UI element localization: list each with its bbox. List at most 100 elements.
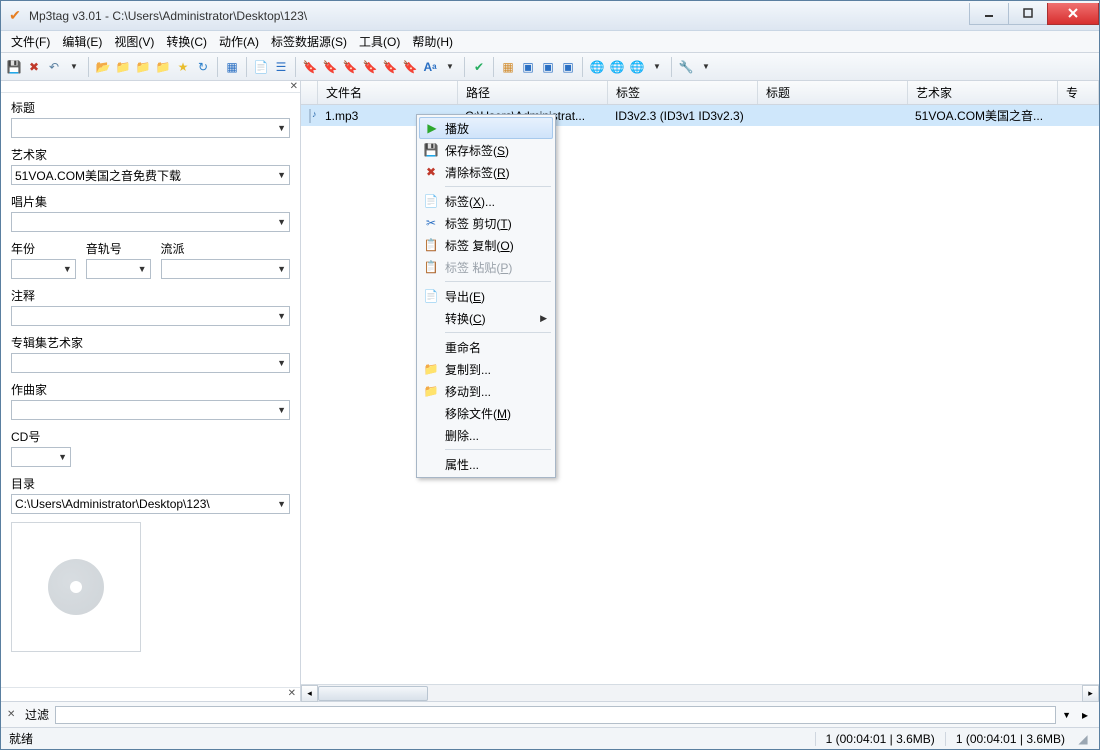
ctx-remove[interactable]: 移除文件(M) [419, 402, 553, 424]
grid-header: 文件名 路径 标签 标题 艺术家 专 [301, 81, 1099, 105]
folder-play-icon[interactable]: 📁 [154, 58, 172, 76]
maximize-button[interactable] [1008, 3, 1048, 25]
comment-field[interactable]: ▼ [11, 306, 290, 326]
albumartist-field[interactable]: ▼ [11, 353, 290, 373]
ctx-clear[interactable]: ✖清除标签(R) [419, 161, 553, 183]
sort-icon[interactable]: ▣ [559, 58, 577, 76]
col-path[interactable]: 路径 [458, 81, 608, 104]
horizontal-scrollbar[interactable]: ◂ ▸ [301, 684, 1099, 701]
col-extra[interactable]: 专 [1058, 81, 1099, 104]
globe1-icon[interactable]: 🌐 [608, 58, 626, 76]
export-icon[interactable]: 📄 [252, 58, 270, 76]
delete-icon[interactable]: ✖ [25, 58, 43, 76]
folder-config-icon[interactable]: ▣ [539, 58, 557, 76]
wrench-icon[interactable]: 🔧 [677, 58, 695, 76]
menu-action[interactable]: 动作(A) [213, 31, 265, 52]
refresh-icon[interactable]: ↻ [194, 58, 212, 76]
filter-input[interactable] [55, 706, 1056, 724]
cell-artist: 51VOA.COM美国之音... [907, 107, 1057, 124]
panel-close-icon[interactable]: ✕ [1, 81, 300, 93]
ctx-properties[interactable]: 属性... [419, 453, 553, 475]
comment-label: 注释 [11, 287, 290, 304]
playlist-icon[interactable]: ☰ [272, 58, 290, 76]
menu-separator [445, 449, 551, 450]
col-tag[interactable]: 标签 [608, 81, 758, 104]
title-field[interactable]: ▼ [11, 118, 290, 138]
cdno-field[interactable]: ▼ [11, 447, 71, 467]
window-title: Mp3tag v3.01 - C:\Users\Administrator\De… [29, 9, 970, 23]
dropdown-icon[interactable]: ▼ [441, 58, 459, 76]
composer-field[interactable]: ▼ [11, 400, 290, 420]
chevron-down-icon: ▼ [277, 264, 286, 274]
folder-add-icon[interactable]: 📁 [114, 58, 132, 76]
albumartist-label: 专辑集艺术家 [11, 334, 290, 351]
ctx-tags[interactable]: 📄标签(X)... [419, 190, 553, 212]
track-label: 音轨号 [86, 240, 151, 257]
folder-open-icon[interactable]: 📂 [94, 58, 112, 76]
ctx-rename[interactable]: 重命名 [419, 336, 553, 358]
text-to-tag-icon[interactable]: 🔖 [361, 58, 379, 76]
artist-field[interactable]: 51VOA.COM美国之音免费下载▼ [11, 165, 290, 185]
dropdown-icon[interactable]: ▼ [648, 58, 666, 76]
col-artist[interactable]: 艺术家 [908, 81, 1058, 104]
ctx-save[interactable]: 💾保存标签(S) [419, 139, 553, 161]
chevron-down-icon[interactable]: ▼ [1062, 710, 1071, 720]
ctx-cut[interactable]: ✂标签 剪切(T) [419, 212, 553, 234]
link-icon[interactable]: 🌐 [588, 58, 606, 76]
menu-file[interactable]: 文件(F) [5, 31, 56, 52]
year-field[interactable]: ▼ [11, 259, 76, 279]
tag-icon: 📄 [423, 193, 439, 209]
save-icon: 💾 [423, 142, 439, 158]
filter-close-icon[interactable]: ✕ [7, 709, 19, 720]
minimize-button[interactable] [969, 3, 1009, 25]
menu-help[interactable]: 帮助(H) [406, 31, 459, 52]
close-button[interactable] [1047, 3, 1099, 25]
ctx-convert[interactable]: 转换(C)▶ [419, 307, 553, 329]
actions-icon[interactable]: Aa [421, 58, 439, 76]
album-field[interactable]: ▼ [11, 212, 290, 232]
chevron-down-icon: ▼ [63, 264, 72, 274]
genre-field[interactable]: ▼ [161, 259, 291, 279]
ctx-moveto[interactable]: 📁移动到... [419, 380, 553, 402]
save-icon[interactable]: 💾 [5, 58, 23, 76]
scroll-left-icon[interactable]: ◂ [301, 685, 318, 702]
star-icon[interactable]: ★ [174, 58, 192, 76]
scroll-right-icon[interactable]: ▸ [1082, 685, 1099, 702]
panel-close2-icon[interactable]: ✕ [1, 687, 300, 701]
ctx-copyto[interactable]: 📁复制到... [419, 358, 553, 380]
menu-tagsource[interactable]: 标签数据源(S) [265, 31, 353, 52]
menu-tools[interactable]: 工具(O) [353, 31, 406, 52]
number-icon[interactable]: ▣ [519, 58, 537, 76]
ctx-delete[interactable]: 删除... [419, 424, 553, 446]
dropdown-icon[interactable]: ▼ [697, 58, 715, 76]
table-icon[interactable]: ▦ [499, 58, 517, 76]
window-controls [970, 3, 1099, 25]
tag-to-file-icon[interactable]: 🔖 [301, 58, 319, 76]
check-icon[interactable]: ✔ [470, 58, 488, 76]
ctx-copy[interactable]: 📋标签 复制(O) [419, 234, 553, 256]
dropdown-icon[interactable]: ▼ [65, 58, 83, 76]
filter-go-icon[interactable]: ▸ [1077, 708, 1093, 722]
col-icon[interactable] [301, 81, 318, 104]
track-field[interactable]: ▼ [86, 259, 151, 279]
dir-field[interactable]: C:\Users\Administrator\Desktop\123\▼ [11, 494, 290, 514]
globe2-icon[interactable]: 🌐 [628, 58, 646, 76]
menu-view[interactable]: 视图(V) [108, 31, 160, 52]
file-to-file-icon[interactable]: 🔖 [341, 58, 359, 76]
file-to-tag-icon[interactable]: 🔖 [321, 58, 339, 76]
folder-up-icon[interactable]: 📁 [134, 58, 152, 76]
ctx-play[interactable]: ▶播放 [419, 117, 553, 139]
cover-art[interactable] [11, 522, 141, 652]
list-icon[interactable]: ▦ [223, 58, 241, 76]
ctx-export[interactable]: 📄导出(E) [419, 285, 553, 307]
chevron-down-icon: ▼ [277, 358, 286, 368]
menu-convert[interactable]: 转换(C) [160, 31, 213, 52]
tag-to-tag-icon[interactable]: 🔖 [381, 58, 399, 76]
tag-to-text-icon[interactable]: 🔖 [401, 58, 419, 76]
col-title[interactable]: 标题 [758, 81, 908, 104]
resize-grip-icon[interactable]: ◢ [1075, 732, 1091, 746]
menu-edit[interactable]: 编辑(E) [56, 31, 108, 52]
undo-icon[interactable]: ↶ [45, 58, 63, 76]
col-filename[interactable]: 文件名 [318, 81, 458, 104]
scroll-thumb[interactable] [318, 686, 428, 701]
